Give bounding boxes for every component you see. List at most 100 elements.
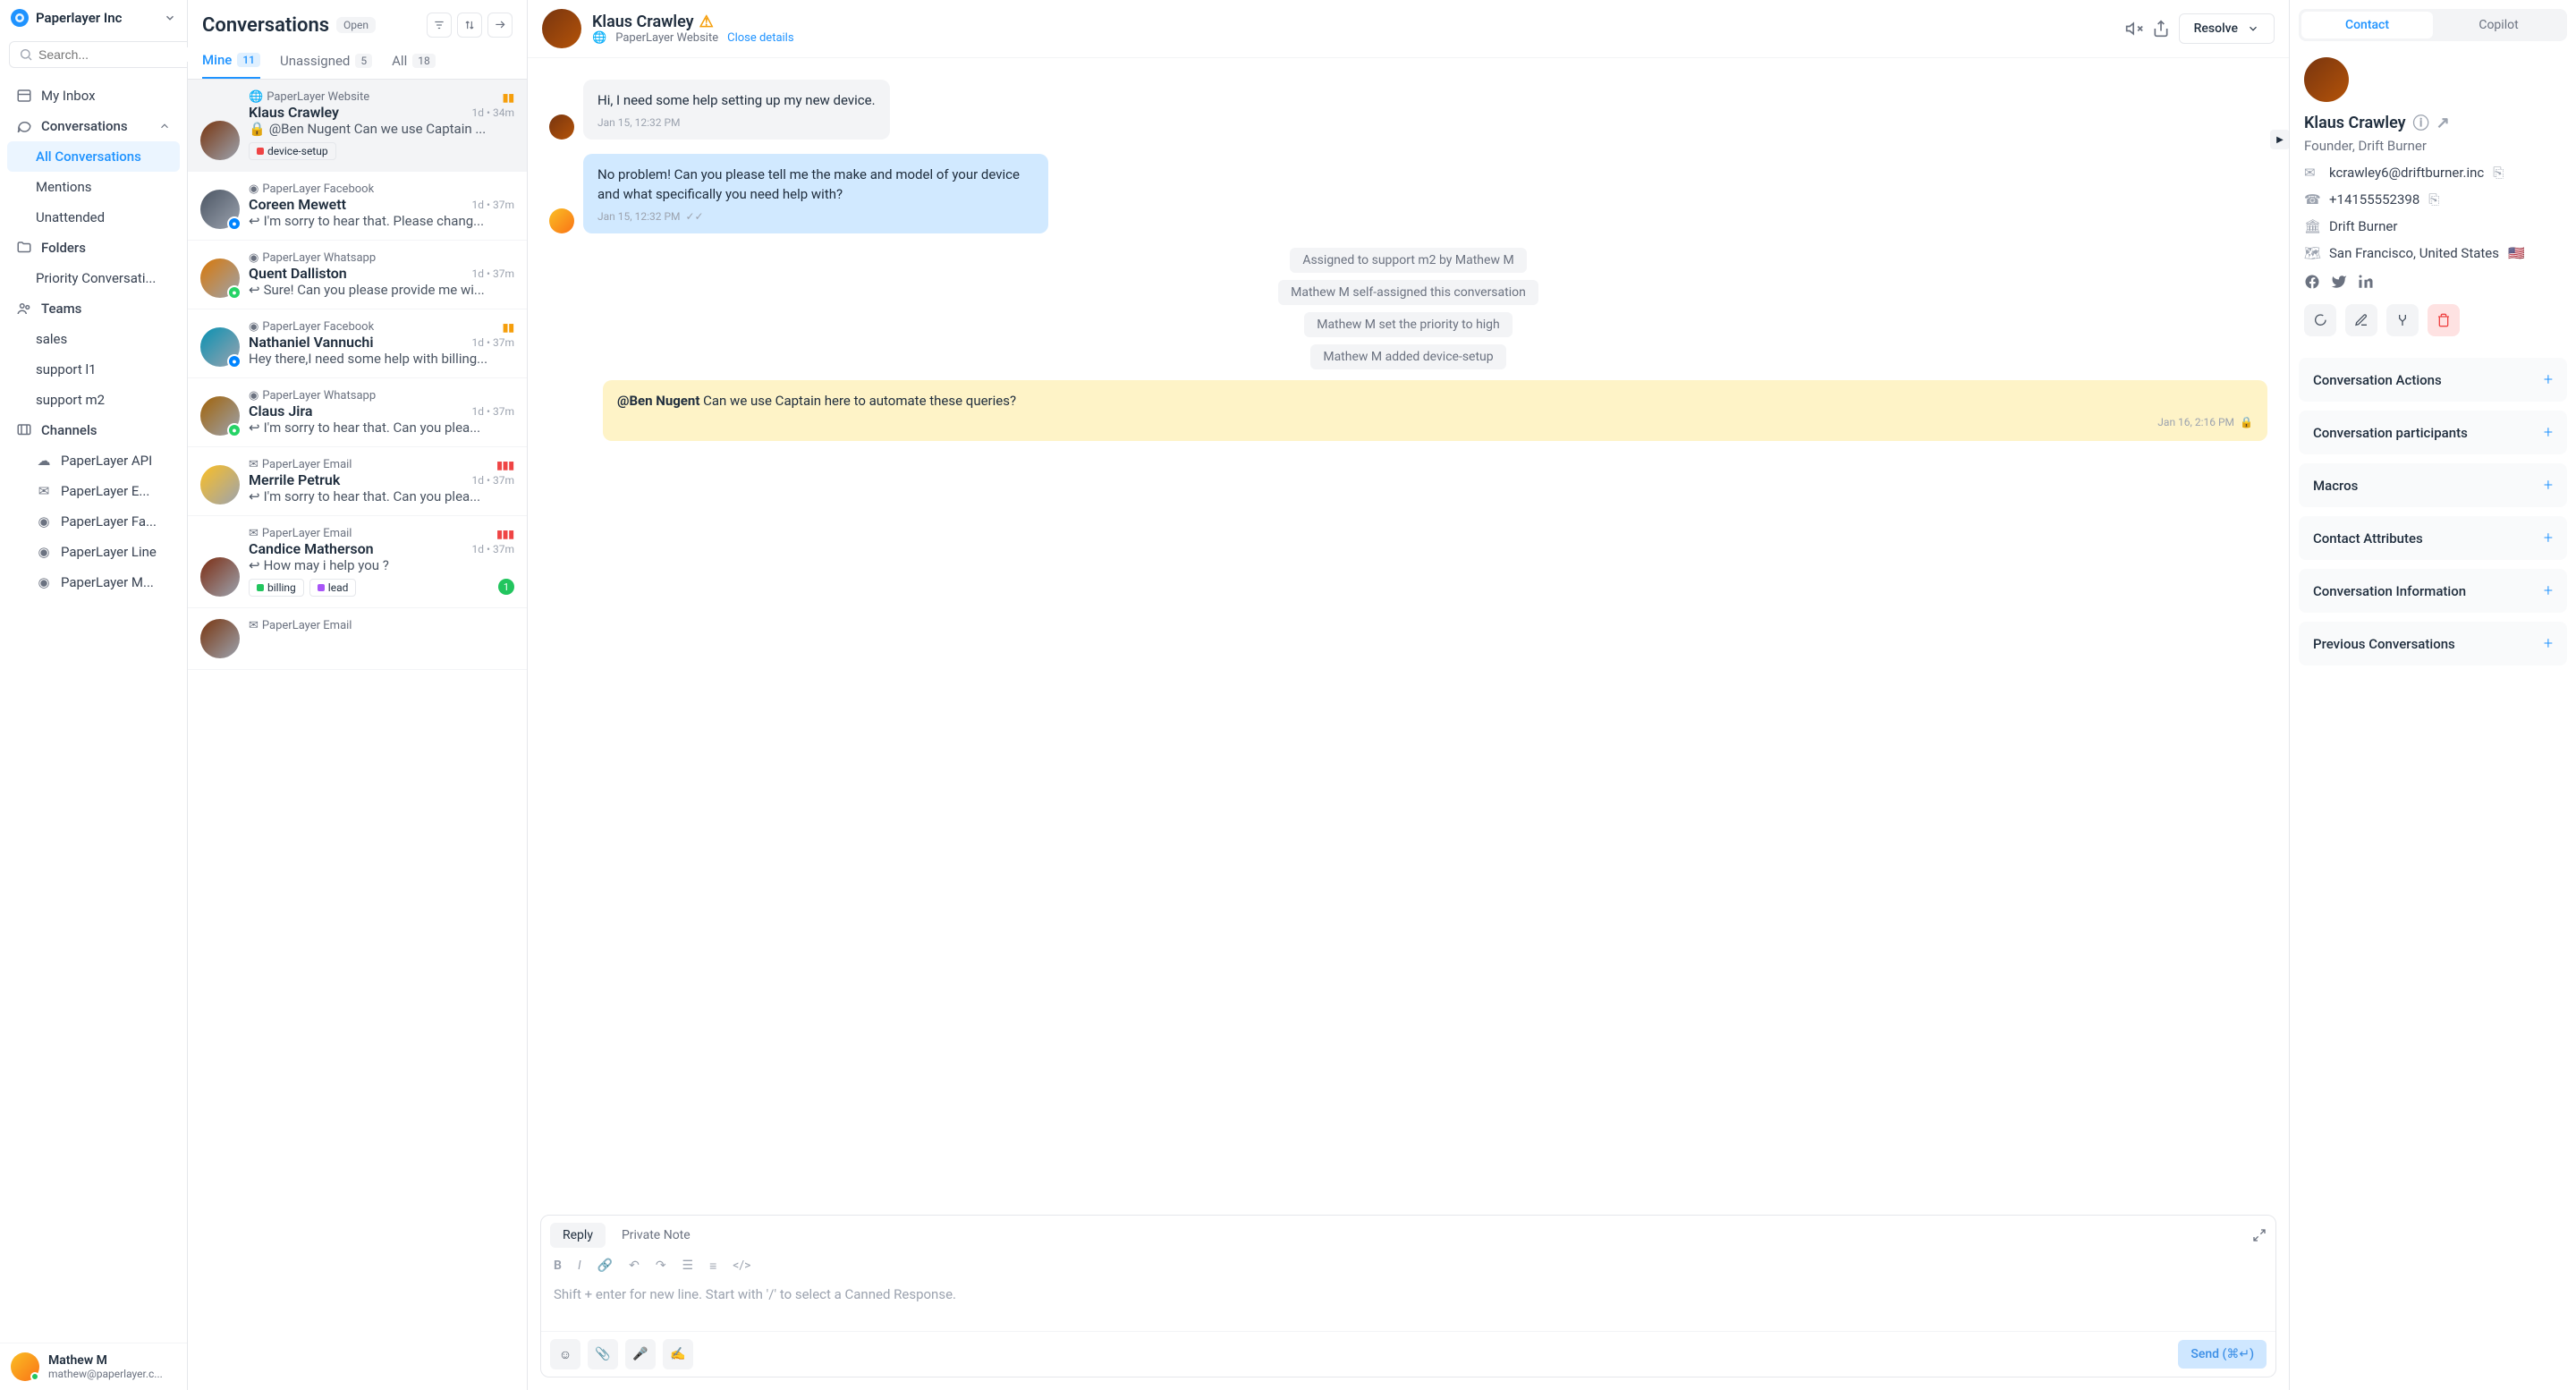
sort-button[interactable] — [457, 13, 482, 38]
close-details-link[interactable]: Close details — [727, 31, 793, 45]
warning-icon: ⚠ — [699, 13, 714, 31]
message-avatar — [549, 114, 574, 140]
nav-channel-api[interactable]: ☁PaperLayer API — [7, 445, 180, 476]
merge-contact-button[interactable] — [2386, 304, 2419, 336]
conversation-item[interactable]: ● ◉PaperLayer Whatsapp Claus Jira1d • 37… — [188, 378, 527, 447]
conversation-item[interactable]: 🌐PaperLayer Website▮▮ Klaus Crawley1d • … — [188, 80, 527, 172]
accordion-section[interactable]: Contact Attributes+ — [2299, 516, 2567, 560]
conversation-item[interactable]: ✉PaperLayer Email▮▮▮ Candice Matherson1d… — [188, 516, 527, 608]
conversation-name: Quent Dalliston — [249, 265, 347, 282]
chat-messages: ▶ Hi, I need some help setting up my new… — [528, 58, 2289, 1208]
chat-panel: Klaus Crawley⚠ 🌐PaperLayer WebsiteClose … — [528, 0, 2290, 1390]
accordion-section[interactable]: Conversation Actions+ — [2299, 358, 2567, 402]
new-conversation-button[interactable] — [2304, 304, 2336, 336]
nav-channel-facebook[interactable]: ◉PaperLayer Fa... — [7, 506, 180, 537]
channel-badge-icon: ● — [227, 354, 242, 369]
list-icon[interactable]: ☰ — [682, 1259, 694, 1274]
map-icon: 🗺 — [2304, 245, 2320, 261]
audio-button[interactable]: 🎤 — [625, 1339, 656, 1369]
accordion-section[interactable]: Conversation participants+ — [2299, 411, 2567, 454]
delete-contact-button[interactable] — [2428, 304, 2460, 336]
workspace-switcher[interactable]: Paperlayer Inc — [0, 0, 187, 36]
signature-button[interactable]: ✍ — [663, 1339, 693, 1369]
search-input[interactable] — [38, 47, 200, 62]
tab-unassigned[interactable]: Unassigned5 — [280, 52, 372, 79]
numbered-list-icon[interactable]: ≡ — [709, 1259, 716, 1274]
user-menu[interactable]: Mathew M mathew@paperlayer.c... — [0, 1343, 187, 1390]
emoji-button[interactable]: ☺ — [550, 1339, 580, 1369]
nav-team-support-m2[interactable]: support m2 — [7, 385, 180, 415]
redo-icon[interactable]: ↷ — [656, 1259, 666, 1274]
chat-header: Klaus Crawley⚠ 🌐PaperLayer WebsiteClose … — [528, 0, 2289, 58]
filter-button[interactable] — [427, 13, 452, 38]
folder-icon — [16, 240, 32, 256]
nav-unattended[interactable]: Unattended — [7, 202, 180, 233]
nav-folders[interactable]: Folders — [7, 233, 180, 263]
accordion-section[interactable]: Previous Conversations+ — [2299, 622, 2567, 665]
compose-textarea[interactable]: Shift + enter for new line. Start with '… — [541, 1277, 2275, 1331]
unread-badge: 1 — [498, 579, 514, 595]
nav-conversations[interactable]: Conversations — [7, 111, 180, 141]
undo-icon[interactable]: ↶ — [629, 1259, 640, 1274]
nav-all-conversations[interactable]: All Conversations — [7, 141, 180, 172]
facebook-icon[interactable] — [2304, 274, 2320, 290]
conversation-item[interactable]: ● ◉PaperLayer Facebook Coreen Mewett1d •… — [188, 172, 527, 241]
conversation-item[interactable]: ● ◉PaperLayer Whatsapp Quent Dalliston1d… — [188, 241, 527, 309]
nav-teams[interactable]: Teams — [7, 293, 180, 324]
linkedin-icon[interactable] — [2358, 274, 2374, 290]
twitter-icon[interactable] — [2331, 274, 2347, 290]
mute-icon[interactable] — [2125, 20, 2143, 38]
nav-channel-messenger[interactable]: ◉PaperLayer M... — [7, 567, 180, 598]
status-badge[interactable]: Open — [336, 17, 376, 33]
tab-contact[interactable]: Contact — [2301, 12, 2433, 38]
external-link-icon[interactable]: ↗ — [2436, 114, 2450, 132]
accordion-section[interactable]: Conversation Information+ — [2299, 569, 2567, 613]
chat-contact-name: Klaus Crawley — [592, 13, 694, 31]
collapse-details-icon[interactable]: ▶ — [2270, 130, 2289, 149]
copy-icon[interactable]: ⎘ — [2428, 191, 2439, 208]
conversation-item[interactable]: ✉PaperLayer Email — [188, 608, 527, 670]
attach-button[interactable]: 📎 — [588, 1339, 618, 1369]
conversation-channel: PaperLayer Website — [267, 90, 369, 104]
copy-icon[interactable]: ⎘ — [2493, 165, 2504, 181]
contact-avatar[interactable] — [542, 9, 581, 48]
chevron-down-icon — [2247, 22, 2259, 35]
conversation-item[interactable]: ✉PaperLayer Email▮▮▮ Merrile Petruk1d • … — [188, 447, 527, 516]
nav-priority-folder[interactable]: Priority Conversati... — [7, 263, 180, 293]
cloud-icon: ☁ — [36, 453, 52, 469]
reply-icon: ↩ — [249, 488, 260, 504]
private-note-tab[interactable]: Private Note — [609, 1223, 703, 1248]
bold-icon[interactable]: B — [554, 1259, 562, 1274]
edit-contact-button[interactable] — [2345, 304, 2377, 336]
plus-icon: + — [2544, 370, 2553, 389]
nav-inbox[interactable]: My Inbox — [7, 81, 180, 111]
share-icon[interactable] — [2152, 20, 2170, 38]
tab-all[interactable]: All18 — [392, 52, 436, 79]
conversation-item[interactable]: ● ◉PaperLayer Facebook▮▮ Nathaniel Vannu… — [188, 309, 527, 378]
reply-icon: ↩ — [249, 282, 260, 298]
expand-icon[interactable] — [2252, 1228, 2267, 1242]
tab-copilot[interactable]: Copilot — [2433, 12, 2564, 38]
italic-icon[interactable]: I — [578, 1259, 581, 1274]
nav-channel-line[interactable]: ◉PaperLayer Line — [7, 537, 180, 567]
collapse-button[interactable] — [487, 13, 513, 38]
resolve-button[interactable]: Resolve — [2179, 13, 2275, 44]
tab-mine[interactable]: Mine11 — [202, 52, 260, 79]
nav-mentions[interactable]: Mentions — [7, 172, 180, 202]
nav-channel-email[interactable]: ✉PaperLayer E... — [7, 476, 180, 506]
search-box[interactable] — [9, 41, 210, 68]
conversation-channel: PaperLayer Email — [262, 458, 352, 471]
nav-team-sales[interactable]: sales — [7, 324, 180, 354]
nav-channels[interactable]: Channels — [7, 415, 180, 445]
conversation-preview: 🔒 @Ben Nugent Can we use Captain ... — [249, 121, 514, 137]
contact-phone: +14155552398 — [2329, 191, 2419, 208]
accordion-title: Conversation Information — [2313, 583, 2466, 599]
send-button[interactable]: Send (⌘↵) — [2178, 1340, 2267, 1369]
conversation-name: Nathaniel Vannuchi — [249, 334, 374, 351]
nav-team-support-l1[interactable]: support l1 — [7, 354, 180, 385]
reply-tab[interactable]: Reply — [550, 1223, 606, 1248]
info-icon[interactable]: ⓘ — [2413, 111, 2429, 134]
link-icon[interactable]: 🔗 — [597, 1259, 613, 1274]
code-icon[interactable]: </> — [733, 1259, 750, 1274]
accordion-section[interactable]: Macros+ — [2299, 463, 2567, 507]
